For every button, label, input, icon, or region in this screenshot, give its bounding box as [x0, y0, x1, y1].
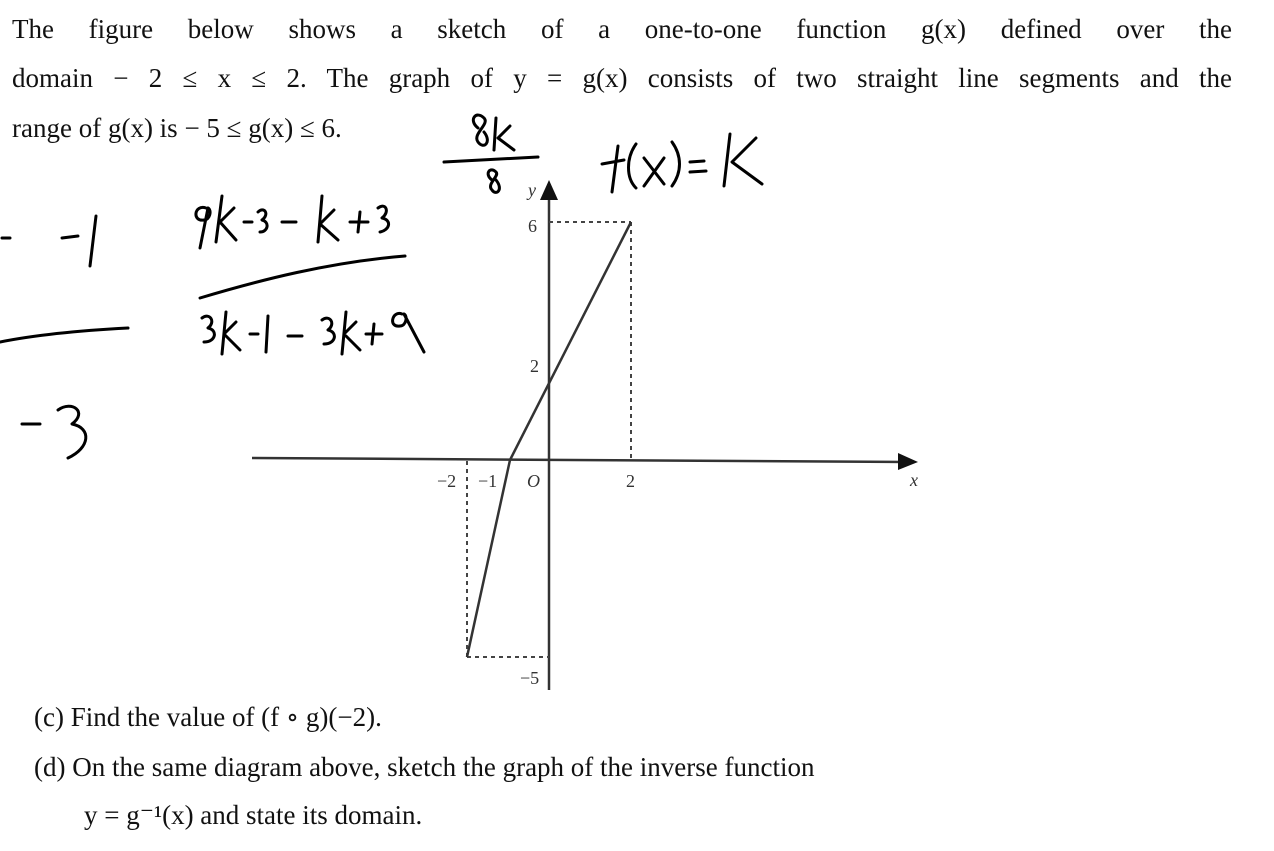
- x-tick-neg1: −1: [478, 471, 497, 491]
- handwriting-fx-equals-k: [600, 132, 764, 194]
- y-tick-2: 2: [530, 356, 539, 376]
- handwriting-fraction-bar: [442, 155, 540, 164]
- x-tick-2: 2: [626, 471, 635, 491]
- origin-label: O: [527, 471, 540, 491]
- y-tick-neg5: −5: [520, 668, 539, 688]
- graph-segment-right: [508, 221, 633, 461]
- x-axis-label: x: [909, 470, 918, 490]
- x-tick-neg2: −2: [437, 471, 456, 491]
- handwriting-long-bar: [198, 254, 407, 300]
- handwritten-notes: [0, 113, 764, 460]
- y-tick-6: 6: [528, 216, 537, 236]
- handwriting-8: [486, 168, 501, 194]
- x-axis: [251, 456, 906, 464]
- handwriting-8k: [471, 113, 516, 152]
- handwriting-left-minus-1: [0, 214, 98, 268]
- function-graph: y 6 2 −5 −2 −1 O 2 x: [0, 113, 918, 690]
- handwriting-left-bar: [0, 326, 130, 344]
- handwriting-left-minus-3: [20, 404, 88, 460]
- handwriting-denominator: [200, 310, 426, 356]
- handwriting-numerator: [194, 194, 390, 250]
- y-axis-label: y: [526, 180, 536, 200]
- y-axis-arrow-icon: [540, 180, 558, 200]
- x-axis-arrow-icon: [898, 453, 918, 470]
